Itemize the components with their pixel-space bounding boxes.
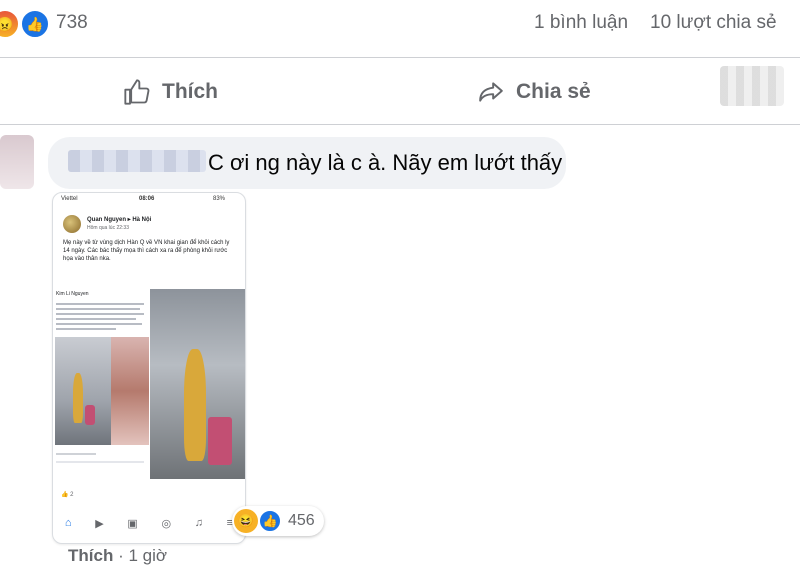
post-stats-bar: 😠 👍 738 1 bình luận 10 lượt chia sẻ — [0, 0, 800, 52]
divider — [0, 124, 800, 125]
nested-shared-post: Kim Li Nguyen — [53, 289, 149, 469]
haha-reaction-icon: 😆 — [234, 509, 258, 533]
thumbs-up-icon — [124, 79, 150, 105]
like-reaction-icon: 👍 — [20, 9, 50, 39]
comment-attachment-image[interactable]: Viettel 08:06 83% Quan Nguyen ▸ Hà Nội H… — [52, 192, 246, 544]
selfie-collage-photo — [111, 337, 149, 445]
share-button[interactable]: Chia sẻ — [476, 72, 591, 112]
comment-count-link[interactable]: 1 bình luận — [534, 12, 628, 34]
watch-icon: ▶ — [95, 517, 104, 530]
marketplace-icon: ◎ — [161, 517, 172, 530]
share-arrow-icon — [479, 82, 503, 102]
share-count-link[interactable]: 10 lượt chia sẻ — [650, 12, 777, 34]
status-carrier: Viettel — [61, 196, 78, 202]
phone-nav-bar: ⌂ ▶ ▣ ◎ ♫ ≡ — [53, 511, 245, 535]
groups-icon: ▣ — [127, 517, 138, 530]
airport-photo-large — [150, 289, 245, 479]
nested-post-author: Kim Li Nguyen — [56, 291, 89, 297]
divider — [0, 57, 800, 58]
text-line — [56, 303, 144, 305]
text-line — [56, 313, 144, 315]
phone-status-bar: Viettel 08:06 83% — [53, 193, 245, 207]
suitcase — [85, 405, 95, 425]
comment-text: C ơi ng này là c à. Nãy em lướt thấy — [208, 150, 563, 175]
comment-meta: Thích · 1 giờ — [68, 546, 167, 566]
text-line — [56, 308, 140, 310]
comment-timestamp[interactable]: 1 giờ — [128, 546, 167, 565]
inner-reaction-count: 👍 2 — [61, 492, 74, 498]
like-button[interactable]: Thích — [122, 72, 218, 112]
person-figure — [184, 349, 206, 461]
person-figure — [73, 373, 83, 423]
comment-reaction-count: 456 — [288, 512, 315, 529]
reaction-count[interactable]: 738 — [56, 12, 88, 34]
status-time: 08:06 — [139, 196, 155, 202]
blurred-profile-selector[interactable] — [720, 66, 784, 106]
action-bar — [56, 461, 144, 463]
like-reaction-icon: 👍 — [258, 509, 282, 533]
bell-icon: ♫ — [194, 517, 203, 529]
home-icon: ⌂ — [64, 517, 72, 529]
commenter-avatar[interactable] — [0, 135, 34, 189]
suitcase — [208, 417, 232, 465]
comment-reactions[interactable]: 😆 👍 456 — [232, 506, 324, 536]
status-battery: 83% — [213, 196, 226, 202]
text-line — [56, 318, 136, 320]
inner-post-author: Quan Nguyen ▸ Hà Nội — [87, 217, 152, 223]
text-line — [56, 328, 116, 330]
inner-post-text: Mẹ này về từ vùng dịch Hàn Q về VN khai … — [63, 240, 230, 262]
share-button-label: Chia sẻ — [516, 80, 591, 103]
inner-post-time: Hôm qua lúc 22:33 — [87, 225, 129, 231]
commenter-name-redacted[interactable] — [68, 150, 206, 172]
inner-post-avatar — [63, 215, 81, 233]
reaction-bar — [56, 453, 96, 455]
like-button-label: Thích — [162, 80, 218, 103]
separator-dot: · — [118, 546, 124, 565]
comment-like-link[interactable]: Thích — [68, 546, 113, 565]
inner-post-media: Kim Li Nguyen — [53, 289, 245, 489]
airport-photo — [55, 337, 111, 445]
text-line — [56, 323, 142, 325]
angry-reaction-icon: 😠 — [0, 9, 20, 39]
